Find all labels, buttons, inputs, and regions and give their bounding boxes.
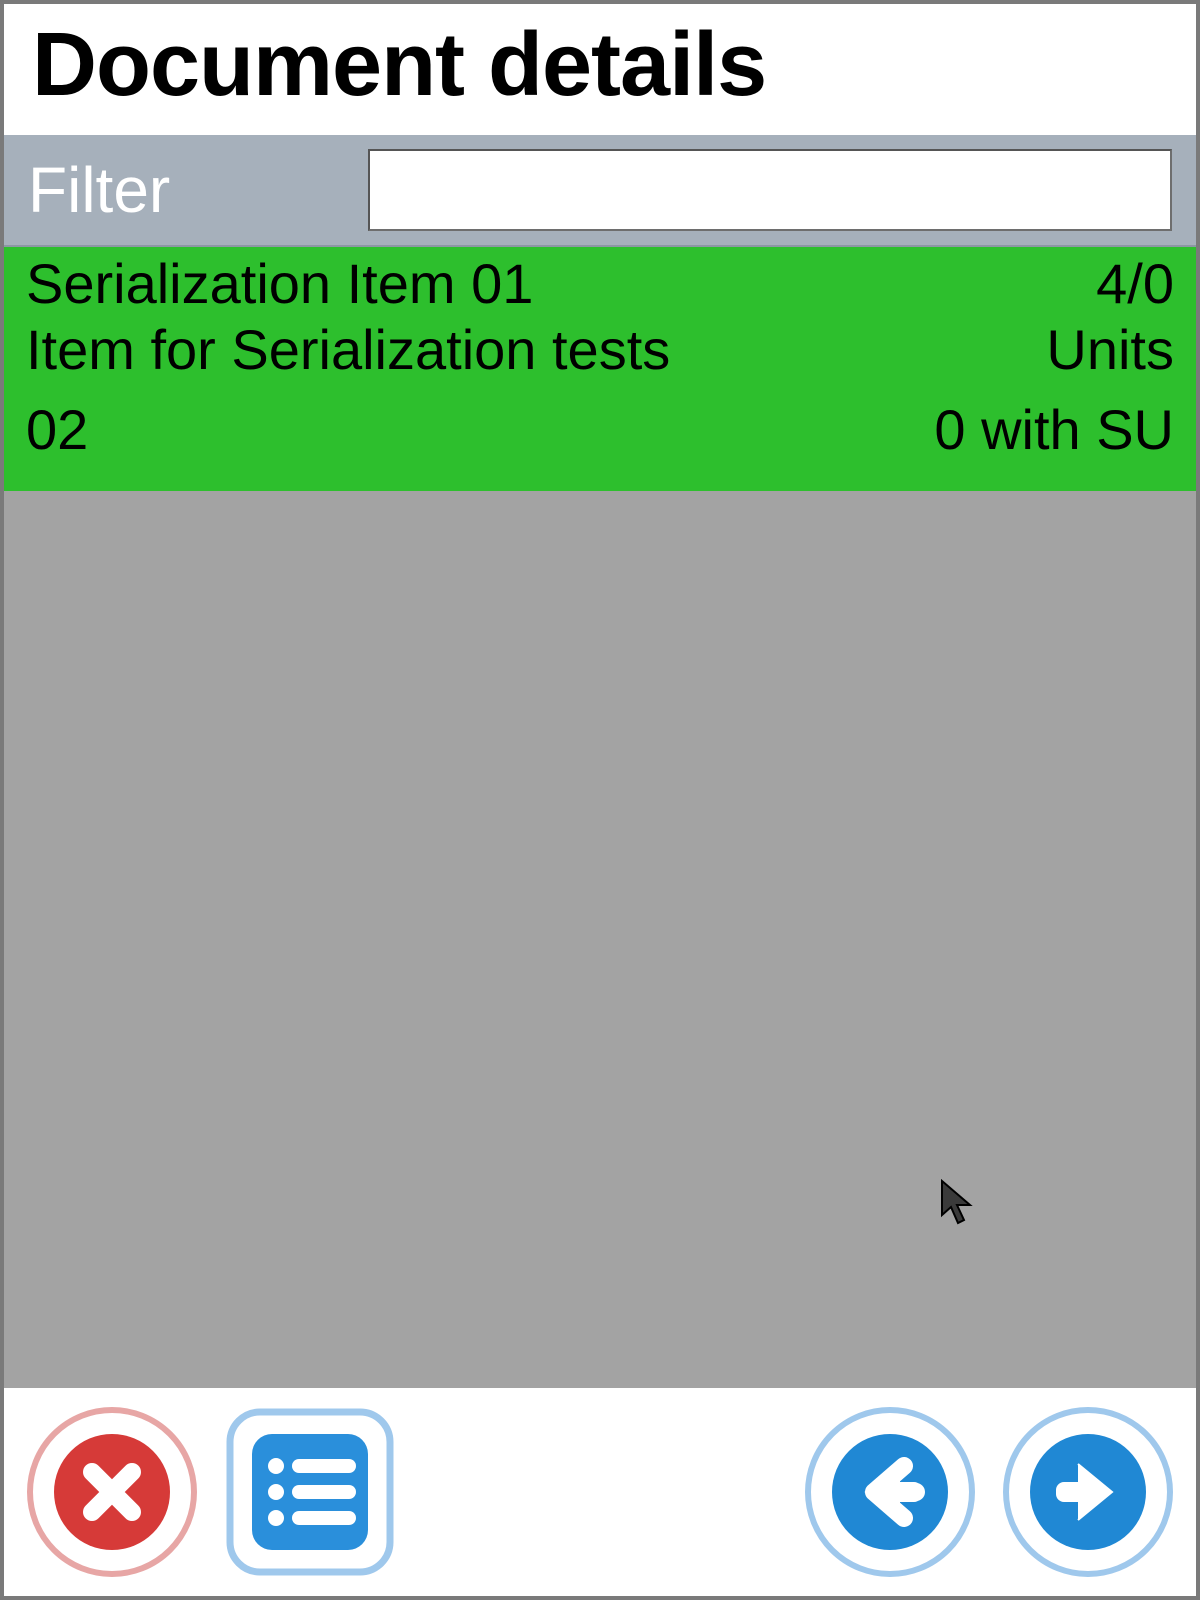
menu-button[interactable] — [224, 1406, 396, 1578]
list-icon — [224, 1406, 396, 1578]
list-item[interactable]: Serialization Item 01 4/0 Item for Seria… — [4, 247, 1196, 491]
filter-input[interactable] — [368, 149, 1172, 231]
item-su: 0 with SU — [934, 397, 1174, 463]
item-code: 02 — [26, 397, 88, 463]
arrow-right-icon — [1002, 1406, 1174, 1578]
header: Document details — [4, 4, 1196, 135]
item-list: Serialization Item 01 4/0 Item for Seria… — [4, 247, 1196, 1388]
filter-label: Filter — [28, 153, 328, 227]
filter-bar: Filter — [4, 135, 1196, 247]
item-qty: 4/0 — [1096, 251, 1174, 317]
item-name: Serialization Item 01 — [26, 251, 533, 317]
item-uom: Units — [1046, 317, 1174, 383]
cancel-button[interactable] — [26, 1406, 198, 1578]
annotation-arrow-icon — [894, 1387, 1154, 1388]
back-button[interactable] — [804, 1406, 976, 1578]
footer-toolbar — [4, 1388, 1196, 1596]
item-description: Item for Serialization tests — [26, 317, 670, 383]
cursor-icon — [940, 1179, 980, 1227]
close-icon — [26, 1406, 198, 1578]
page-title: Document details — [32, 14, 1168, 117]
arrow-left-icon — [804, 1406, 976, 1578]
next-button[interactable] — [1002, 1406, 1174, 1578]
